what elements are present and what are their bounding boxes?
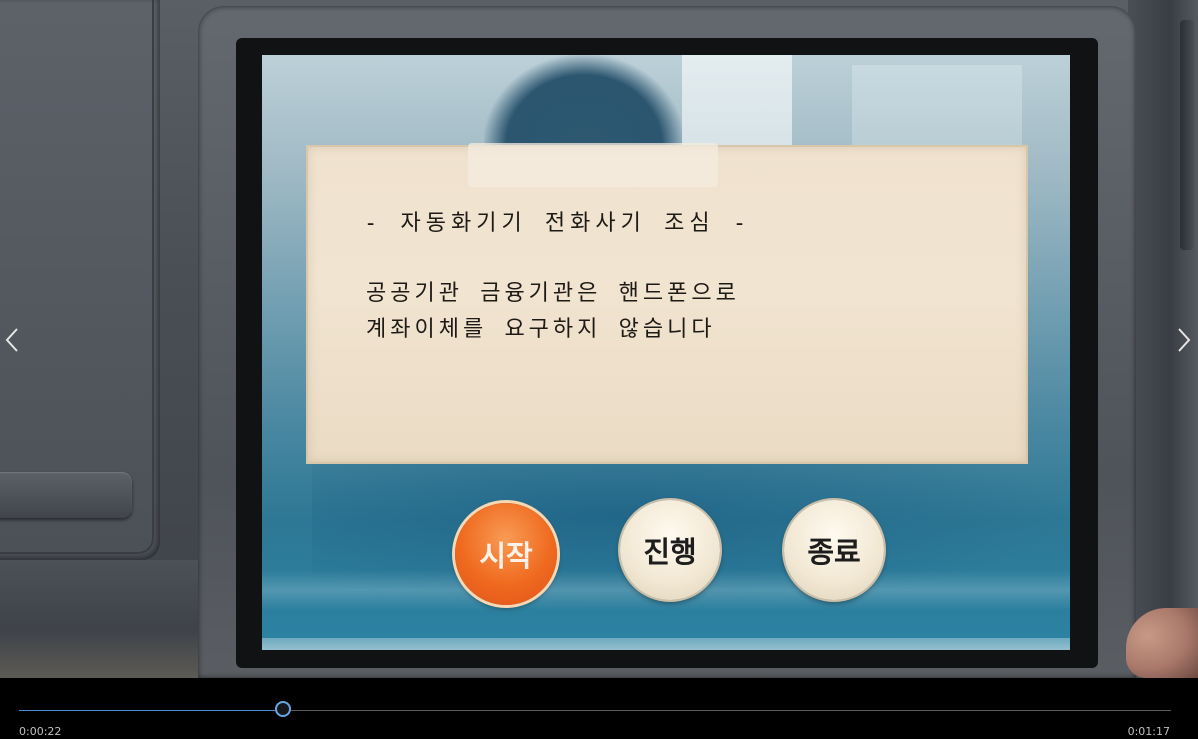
chevron-right-icon[interactable] [1172, 325, 1194, 355]
notice-title: - 자동화기기 전화사기 조심 - [364, 211, 752, 236]
current-time: 0:00:22 [19, 725, 62, 738]
chevron-left-glyph [5, 328, 18, 352]
kiosk-screen: - 자동화기기 전화사기 조심 - 공공기관 금융기관은 핸드폰으로 계좌이체를… [262, 55, 1070, 650]
chevron-right-glyph [1178, 328, 1191, 352]
proceed-button[interactable]: 진행 [620, 500, 720, 600]
start-button[interactable]: 시작 [455, 503, 557, 605]
device-handle [0, 472, 132, 518]
total-time: 0:01:17 [1127, 725, 1170, 738]
fraud-warning-notice: - 자동화기기 전화사기 조심 - 공공기관 금융기관은 핸드폰으로 계좌이체를… [306, 143, 1028, 464]
end-button[interactable]: 종료 [784, 500, 884, 600]
video-frame[interactable]: - 자동화기기 전화사기 조심 - 공공기관 금융기관은 핸드폰으로 계좌이체를… [0, 0, 1198, 678]
seek-bar[interactable] [19, 701, 1171, 717]
notice-line-2: 계좌이체를 요구하지 않습니다 [366, 317, 716, 342]
video-player-controls: 0:00:22 0:01:17 [0, 678, 1198, 739]
device-right-detail [1180, 20, 1194, 250]
screen-bottom-edge [262, 638, 1070, 650]
seek-thumb[interactable] [275, 701, 291, 717]
seek-bar-progress [19, 710, 283, 711]
chevron-left-icon[interactable] [2, 325, 24, 355]
notice-line-1: 공공기관 금융기관은 핸드폰으로 [366, 281, 740, 306]
